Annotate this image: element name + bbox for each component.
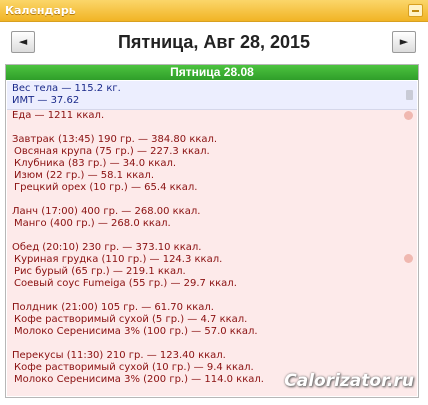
meal-item: Соевый соус Fumeiga (55 гр.) — 29.7 ккал… bbox=[14, 278, 237, 289]
meal-header: Ланч (17:00) 400 гр. — 268.00 ккал. bbox=[12, 206, 201, 217]
edit-food-icon[interactable] bbox=[404, 111, 413, 120]
meal-item: Рис бурый (65 гр.) — 219.1 ккал. bbox=[14, 266, 186, 277]
meal-item: Грецкий орех (10 гр.) — 65.4 ккал. bbox=[14, 182, 198, 193]
weight-line: Вес тела — 115.2 кг. bbox=[12, 83, 121, 94]
meal-item: Кофе растворимый сухой (10 гр.) — 9.4 кк… bbox=[14, 362, 254, 373]
food-total: Еда — 1211 ккал. bbox=[12, 110, 105, 121]
food-section: Еда — 1211 ккал. Завтрак (13:45) 190 гр.… bbox=[7, 110, 417, 396]
bmi-line: ИМТ — 37.62 bbox=[12, 95, 80, 106]
day-header: Пятница 28.08 bbox=[6, 65, 418, 80]
meal-item: Кофе растворимый сухой (5 гр.) — 4.7 кка… bbox=[14, 314, 248, 325]
meal-item: Куриная грудка (110 гр.) — 124.3 ккал. bbox=[14, 254, 223, 265]
meal-item: Клубника (83 гр.) — 34.0 ккал. bbox=[14, 158, 177, 169]
meal-header: Завтрак (13:45) 190 гр. — 384.80 ккал. bbox=[12, 134, 218, 145]
meal-header: Полдник (21:00) 105 гр. — 61.70 ккал. bbox=[12, 302, 214, 313]
meal-item: Изюм (22 гр.) — 58.1 ккал. bbox=[14, 170, 155, 181]
window-title: Календарь bbox=[5, 4, 76, 17]
day-panel: Пятница 28.08 Вес тела — 115.2 кг. ИМТ —… bbox=[5, 64, 419, 398]
meal-header: Обед (20:10) 230 гр. — 373.10 ккал. bbox=[12, 242, 202, 253]
minimize-icon bbox=[412, 10, 419, 12]
meal-item: Молоко Серенисима 3% (100 гр.) — 57.0 кк… bbox=[14, 326, 258, 337]
prev-day-button[interactable]: ◄ bbox=[11, 31, 35, 53]
delete-weight-icon[interactable] bbox=[406, 90, 413, 100]
date-heading: Пятница, Авг 28, 2015 bbox=[117, 32, 311, 52]
weight-section: Вес тела — 115.2 кг. ИМТ — 37.62 bbox=[7, 81, 417, 110]
meal-item: Манго (400 гр.) — 268.0 ккал. bbox=[14, 218, 171, 229]
window-titlebar: Календарь bbox=[0, 0, 428, 22]
edit-meal-icon[interactable] bbox=[404, 254, 413, 263]
minimize-button[interactable] bbox=[408, 4, 423, 17]
meal-item: Молоко Серенисима 3% (200 гр.) — 114.0 к… bbox=[14, 374, 264, 385]
next-day-button[interactable]: ► bbox=[392, 31, 416, 53]
watermark: Calorizator.ru bbox=[284, 371, 414, 391]
meal-item: Овсяная крупа (75 гр.) — 227.3 ккал. bbox=[14, 146, 210, 157]
meal-header: Перекусы (11:30) 210 гр. — 123.40 ккал. bbox=[12, 350, 226, 361]
